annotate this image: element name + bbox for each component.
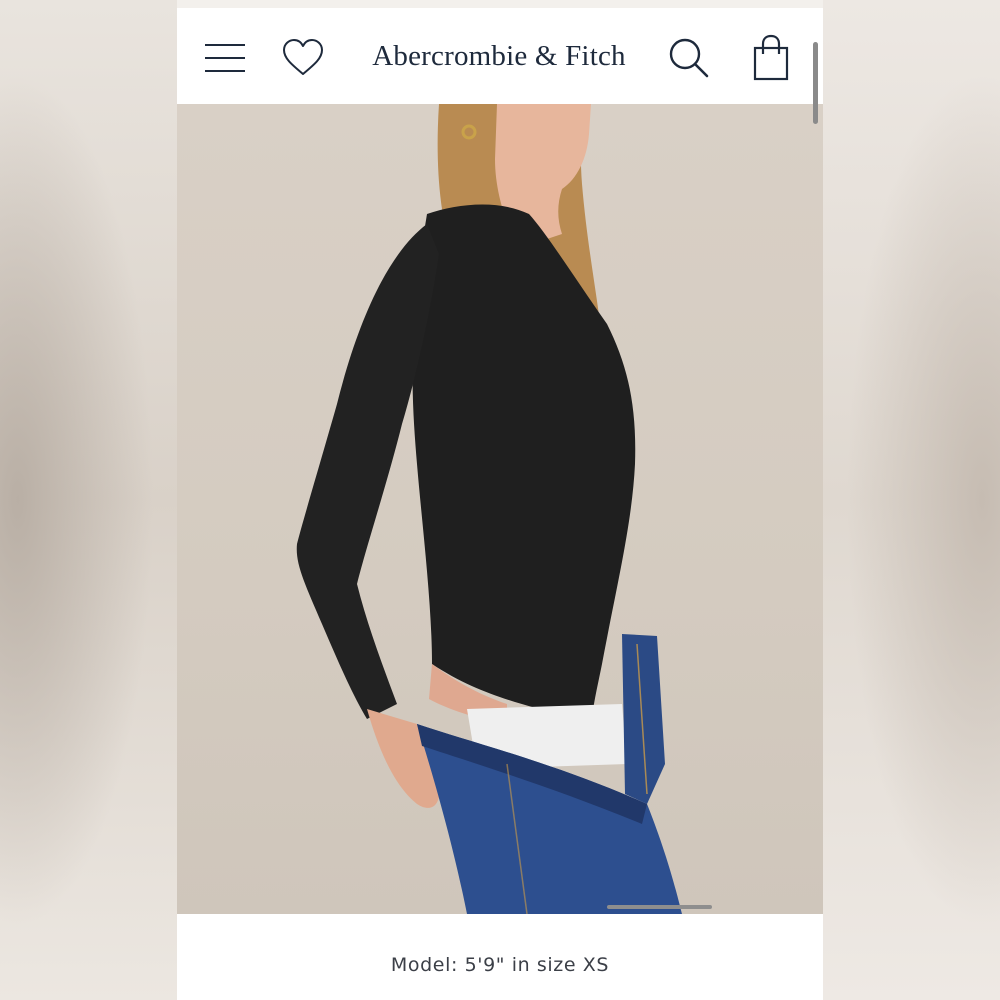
site-header: Abercrombie & Fitch — [177, 8, 823, 104]
product-photo-illustration — [296, 104, 682, 914]
mobile-screen: Abercrombie & Fitch Model: 5'9" in size … — [177, 8, 823, 1000]
image-carousel-indicator[interactable] — [607, 905, 712, 909]
background-left-blur — [0, 0, 177, 1000]
page-scrollbar[interactable] — [813, 42, 818, 124]
hamburger-menu-icon[interactable] — [203, 38, 247, 78]
background-right-blur — [823, 0, 1000, 1000]
heart-icon[interactable] — [281, 38, 325, 78]
product-photo[interactable] — [177, 104, 823, 914]
brand-logo[interactable]: Abercrombie & Fitch — [359, 34, 639, 78]
shopping-bag-icon[interactable] — [749, 34, 793, 82]
search-icon[interactable] — [667, 36, 711, 80]
model-size-caption: Model: 5'9" in size XS — [390, 954, 610, 976]
